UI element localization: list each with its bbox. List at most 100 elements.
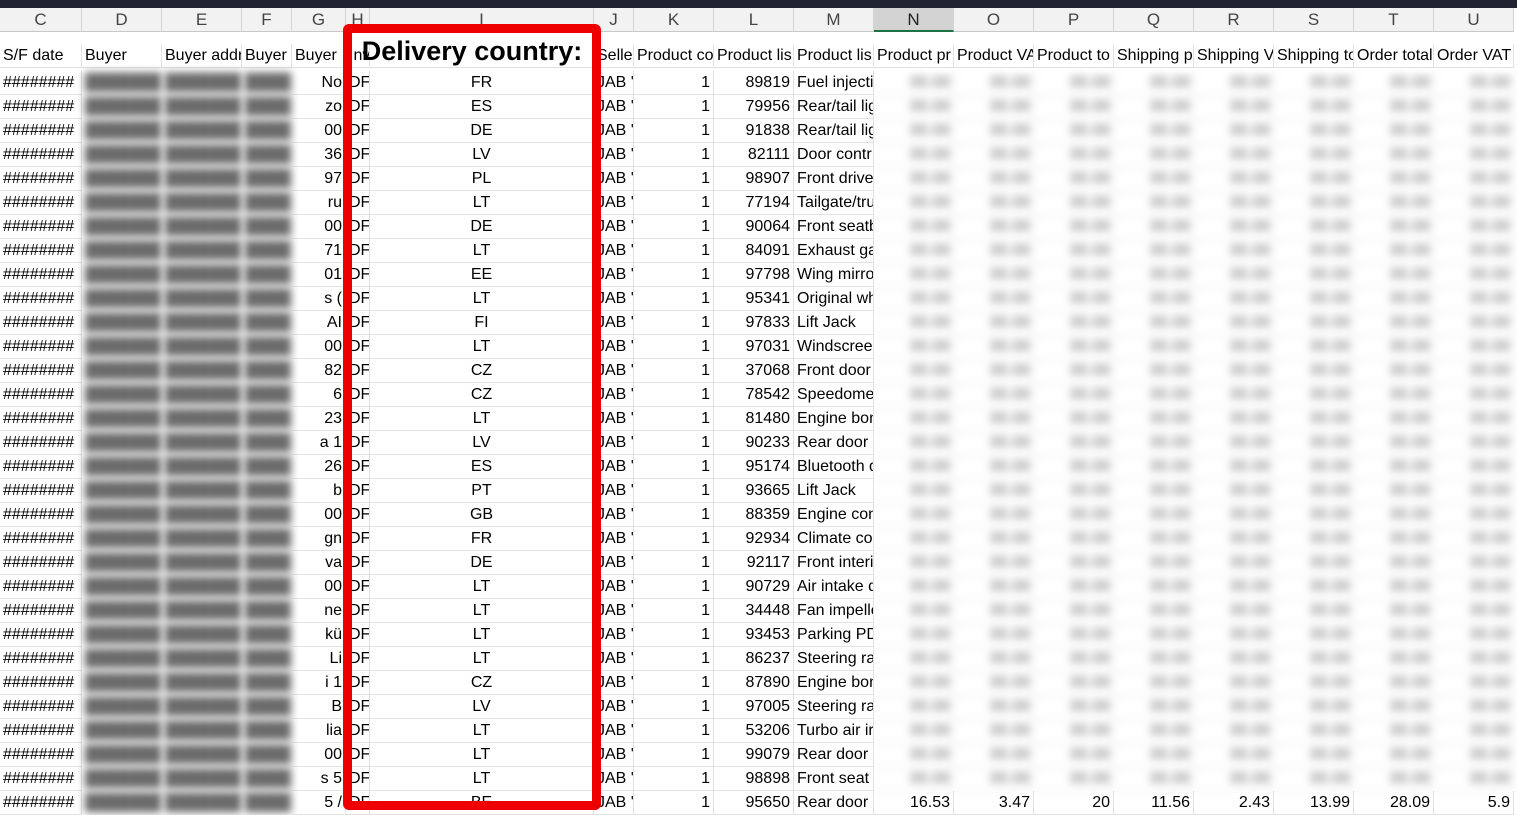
cell-invoice-fragment[interactable]: DF bbox=[346, 383, 370, 407]
cell-date[interactable]: ######## bbox=[0, 455, 82, 479]
cell-redacted-f[interactable]: ████████████ bbox=[242, 407, 292, 431]
cell-redacted-s[interactable]: 00.00 bbox=[1274, 767, 1354, 791]
cell-redacted-r[interactable]: 00.00 bbox=[1194, 503, 1274, 527]
cell-redacted-q[interactable]: 00.00 bbox=[1114, 767, 1194, 791]
cell-redacted-t[interactable]: 00.00 bbox=[1354, 335, 1434, 359]
cell-redacted-q[interactable]: 00.00 bbox=[1114, 479, 1194, 503]
cell-seller-fragment[interactable]: JAB ' bbox=[594, 791, 634, 815]
cell-redacted-p[interactable]: 00.00 bbox=[1034, 431, 1114, 455]
cell-redacted-u[interactable]: 00.00 bbox=[1434, 599, 1514, 623]
cell-product-count[interactable]: 1 bbox=[634, 455, 714, 479]
cell-redacted-t[interactable]: 00.00 bbox=[1354, 71, 1434, 95]
cell-redacted-s[interactable]: 00.00 bbox=[1274, 311, 1354, 335]
cell-redacted-n[interactable]: 00.00 bbox=[874, 239, 954, 263]
cell-redacted-u[interactable]: 00.00 bbox=[1434, 455, 1514, 479]
cell-redacted-p[interactable]: 00.00 bbox=[1034, 743, 1114, 767]
cell-product-count[interactable]: 1 bbox=[634, 383, 714, 407]
cell-invoice-fragment[interactable]: DF bbox=[346, 263, 370, 287]
cell-redacted-f[interactable]: ████████████ bbox=[242, 215, 292, 239]
cell-redacted-s[interactable]: 00.00 bbox=[1274, 191, 1354, 215]
cell-invoice-fragment[interactable]: DF bbox=[346, 647, 370, 671]
cell-redacted-n[interactable]: 00.00 bbox=[874, 359, 954, 383]
cell-redacted-f[interactable]: ████████████ bbox=[242, 743, 292, 767]
cell-product-list-no[interactable]: 97031 bbox=[714, 335, 794, 359]
cell-redacted-s[interactable]: 00.00 bbox=[1274, 167, 1354, 191]
cell-redacted-f[interactable]: ████████████ bbox=[242, 719, 292, 743]
cell-seller-fragment[interactable]: JAB ' bbox=[594, 431, 634, 455]
cell-seller-fragment[interactable]: JAB ' bbox=[594, 311, 634, 335]
cell-redacted-p[interactable]: 00.00 bbox=[1034, 551, 1114, 575]
cell-redacted-r[interactable]: 00.00 bbox=[1194, 551, 1274, 575]
cell-redacted-q[interactable]: 00.00 bbox=[1114, 119, 1194, 143]
cell-delivery-country[interactable]: FI bbox=[370, 311, 594, 335]
cell-redacted-n[interactable]: 00.00 bbox=[874, 551, 954, 575]
cell-invoice-fragment[interactable]: DF bbox=[346, 71, 370, 95]
cell-product-name[interactable]: Tailgate/tru bbox=[794, 191, 874, 215]
cell-redacted-e[interactable]: ████████████ bbox=[162, 143, 242, 167]
cell-redacted-r[interactable]: 00.00 bbox=[1194, 215, 1274, 239]
cell-product-count[interactable]: 1 bbox=[634, 119, 714, 143]
cell-product-list-no[interactable]: 99079 bbox=[714, 743, 794, 767]
cell-redacted-o[interactable]: 00.00 bbox=[954, 599, 1034, 623]
cell-redacted-t[interactable]: 00.00 bbox=[1354, 767, 1434, 791]
cell-redacted-d[interactable]: ████████████ bbox=[82, 623, 162, 647]
cell-redacted-u[interactable]: 00.00 bbox=[1434, 311, 1514, 335]
cell-delivery-country[interactable]: EE bbox=[370, 263, 594, 287]
cell-redacted-n[interactable]: 00.00 bbox=[874, 215, 954, 239]
cell-product-list-no[interactable]: 90233 bbox=[714, 431, 794, 455]
cell-redacted-d[interactable]: ████████████ bbox=[82, 599, 162, 623]
cell-redacted-o[interactable]: 00.00 bbox=[954, 239, 1034, 263]
cell-redacted-u[interactable]: 00.00 bbox=[1434, 743, 1514, 767]
cell-invoice-fragment[interactable]: DF bbox=[346, 575, 370, 599]
cell-redacted-p[interactable]: 00.00 bbox=[1034, 143, 1114, 167]
cell-seller-fragment[interactable]: JAB ' bbox=[594, 695, 634, 719]
cell-redacted-e[interactable]: ████████████ bbox=[162, 455, 242, 479]
header-cell-s[interactable]: Shipping to bbox=[1274, 44, 1354, 68]
cell-redacted-d[interactable]: ████████████ bbox=[82, 239, 162, 263]
cell-redacted-t[interactable]: 00.00 bbox=[1354, 191, 1434, 215]
cell-invoice-fragment[interactable]: DF bbox=[346, 719, 370, 743]
cell-date[interactable]: ######## bbox=[0, 479, 82, 503]
cell-redacted-e[interactable]: ████████████ bbox=[162, 167, 242, 191]
cell-buyer-fragment[interactable]: 97 bbox=[292, 167, 346, 191]
cell-product-list-no[interactable]: 98907 bbox=[714, 167, 794, 191]
cell-product-name[interactable]: Original wh bbox=[794, 287, 874, 311]
cell-invoice-fragment[interactable]: DF bbox=[346, 767, 370, 791]
cell-redacted-s[interactable]: 00.00 bbox=[1274, 695, 1354, 719]
cell-redacted-t[interactable]: 00.00 bbox=[1354, 407, 1434, 431]
cell-redacted-n[interactable]: 00.00 bbox=[874, 695, 954, 719]
cell-redacted-s[interactable]: 00.00 bbox=[1274, 263, 1354, 287]
cell-redacted-n[interactable]: 00.00 bbox=[874, 719, 954, 743]
cell-date[interactable]: ######## bbox=[0, 671, 82, 695]
cell-seller-fragment[interactable]: JAB ' bbox=[594, 599, 634, 623]
cell-redacted-t[interactable]: 00.00 bbox=[1354, 551, 1434, 575]
cell-redacted-q[interactable]: 00.00 bbox=[1114, 215, 1194, 239]
cell-redacted-t[interactable]: 00.00 bbox=[1354, 479, 1434, 503]
cell-date[interactable]: ######## bbox=[0, 119, 82, 143]
column-header-c[interactable]: C bbox=[0, 8, 82, 32]
cell-redacted-u[interactable]: 00.00 bbox=[1434, 671, 1514, 695]
cell-redacted-q[interactable]: 00.00 bbox=[1114, 95, 1194, 119]
cell-redacted-f[interactable]: ████████████ bbox=[242, 191, 292, 215]
cell-redacted-d[interactable]: ████████████ bbox=[82, 503, 162, 527]
cell-seller-fragment[interactable]: JAB ' bbox=[594, 287, 634, 311]
cell-delivery-country[interactable]: CZ bbox=[370, 671, 594, 695]
cell-invoice-fragment[interactable]: DF bbox=[346, 239, 370, 263]
cell-product-name[interactable]: Parking PD bbox=[794, 623, 874, 647]
cell-delivery-country[interactable]: LT bbox=[370, 767, 594, 791]
cell-date[interactable]: ######## bbox=[0, 431, 82, 455]
cell-redacted-u[interactable]: 00.00 bbox=[1434, 647, 1514, 671]
cell-seller-fragment[interactable]: JAB ' bbox=[594, 719, 634, 743]
cell-redacted-r[interactable]: 00.00 bbox=[1194, 599, 1274, 623]
cell-redacted-p[interactable]: 00.00 bbox=[1034, 263, 1114, 287]
cell-product-name[interactable]: Rear/tail lig bbox=[794, 119, 874, 143]
cell-redacted-f[interactable]: ████████████ bbox=[242, 479, 292, 503]
cell-buyer-fragment[interactable]: No bbox=[292, 71, 346, 95]
cell-product-list-no[interactable]: 93665 bbox=[714, 479, 794, 503]
cell-invoice-fragment[interactable]: DF bbox=[346, 743, 370, 767]
cell-redacted-t[interactable]: 00.00 bbox=[1354, 167, 1434, 191]
cell-date[interactable]: ######## bbox=[0, 359, 82, 383]
cell-redacted-d[interactable]: ████████████ bbox=[82, 743, 162, 767]
cell-product-name[interactable]: Fuel injecti bbox=[794, 71, 874, 95]
header-cell-g[interactable]: Buyer bbox=[292, 44, 346, 68]
